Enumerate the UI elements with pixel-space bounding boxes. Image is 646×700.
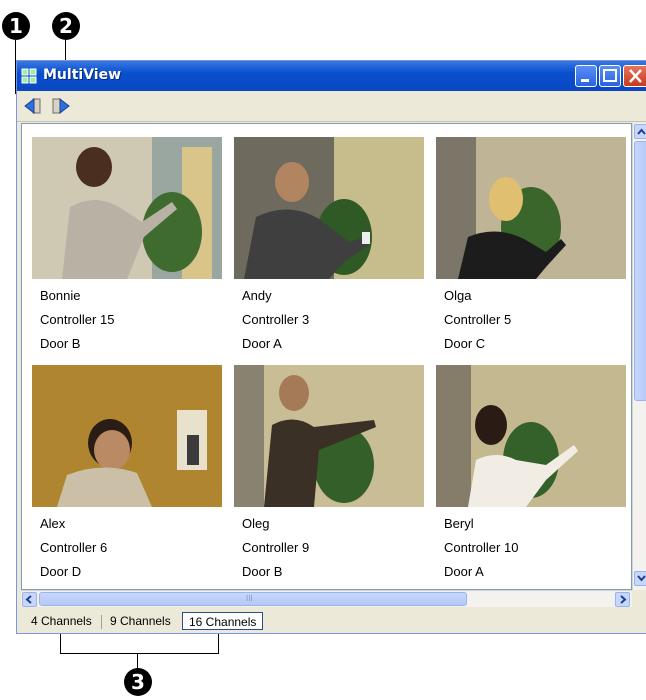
camera-feed[interactable] [32, 365, 222, 507]
chevron-down-icon [637, 575, 646, 582]
tab-16-channels[interactable]: 16 Channels [182, 612, 264, 630]
camera-door: Door A [444, 564, 484, 579]
window-title: MultiView [43, 67, 122, 83]
camera-tile[interactable]: Oleg Controller 9 Door B [234, 365, 424, 584]
camera-name: Andy [242, 288, 272, 303]
callout-3-leader [137, 653, 138, 669]
callout-3-bracket-bottom [60, 653, 219, 654]
horizontal-scrollbar[interactable]: III [21, 590, 632, 607]
camera-feed[interactable] [234, 137, 424, 279]
close-icon [629, 69, 642, 83]
horizontal-scroll-thumb[interactable]: III [39, 592, 467, 606]
camera-controller: Controller 5 [444, 312, 512, 327]
camera-name: Alex [40, 516, 66, 531]
previous-icon[interactable] [23, 96, 43, 116]
camera-controller: Controller 10 [444, 540, 519, 555]
camera-controller: Controller 15 [40, 312, 115, 327]
close-button[interactable] [623, 65, 646, 87]
app-grid-icon [21, 68, 37, 84]
camera-feed[interactable] [234, 365, 424, 507]
camera-name: Oleg [242, 516, 270, 531]
chevron-right-icon [620, 595, 627, 604]
camera-feed[interactable] [436, 137, 626, 279]
callout-2: 2 [52, 12, 80, 40]
camera-door: Door B [242, 564, 283, 579]
camera-door: Door A [242, 336, 282, 351]
camera-door: Door B [40, 336, 81, 351]
maximize-icon [603, 69, 617, 82]
next-icon[interactable] [51, 96, 71, 116]
scroll-up-button[interactable] [634, 124, 646, 139]
scroll-down-button[interactable] [634, 571, 646, 586]
callout-3: 3 [124, 668, 152, 696]
camera-feed[interactable] [32, 137, 222, 279]
camera-door: Door C [444, 336, 486, 351]
camera-feed[interactable] [436, 365, 626, 507]
multiview-window: MultiView Bonnie Controller 15 Door B An… [16, 60, 646, 634]
chevron-left-icon [25, 595, 32, 604]
maximize-button[interactable] [599, 65, 621, 87]
vertical-scrollbar[interactable] [632, 123, 646, 590]
callout-3-bracket-left [60, 634, 61, 654]
scroll-right-button[interactable] [615, 592, 630, 607]
channel-tabs: 4 Channels 9 Channels 16 Channels [17, 609, 646, 633]
camera-grid: Bonnie Controller 15 Door B Andy Control… [21, 123, 632, 590]
camera-controller: Controller 9 [242, 540, 310, 555]
chevron-up-icon [637, 128, 646, 135]
toolbar [17, 91, 646, 122]
tab-9-channels[interactable]: 9 Channels [104, 612, 177, 630]
camera-name: Olga [444, 288, 472, 303]
minimize-icon [581, 79, 589, 82]
camera-tile[interactable]: Bonnie Controller 15 Door B [32, 137, 222, 356]
title-bar[interactable]: MultiView [17, 61, 646, 91]
camera-tile[interactable]: Beryl Controller 10 Door A [436, 365, 626, 584]
callout-1: 1 [2, 12, 30, 40]
tab-4-channels[interactable]: 4 Channels [25, 612, 98, 630]
tab-separator [101, 615, 102, 629]
scroll-left-button[interactable] [22, 592, 37, 607]
camera-tile[interactable]: Olga Controller 5 Door C [436, 137, 626, 356]
callout-3-bracket-right [218, 634, 219, 654]
camera-name: Beryl [444, 516, 474, 531]
camera-tile[interactable]: Andy Controller 3 Door A [234, 137, 424, 356]
camera-controller: Controller 6 [40, 540, 108, 555]
vertical-scroll-thumb[interactable] [634, 141, 646, 401]
camera-tile[interactable]: Alex Controller 6 Door D [32, 365, 222, 584]
camera-name: Bonnie [40, 288, 81, 303]
camera-door: Door D [40, 564, 82, 579]
scroll-grip: III [246, 594, 253, 603]
minimize-button[interactable] [575, 65, 597, 87]
camera-controller: Controller 3 [242, 312, 310, 327]
